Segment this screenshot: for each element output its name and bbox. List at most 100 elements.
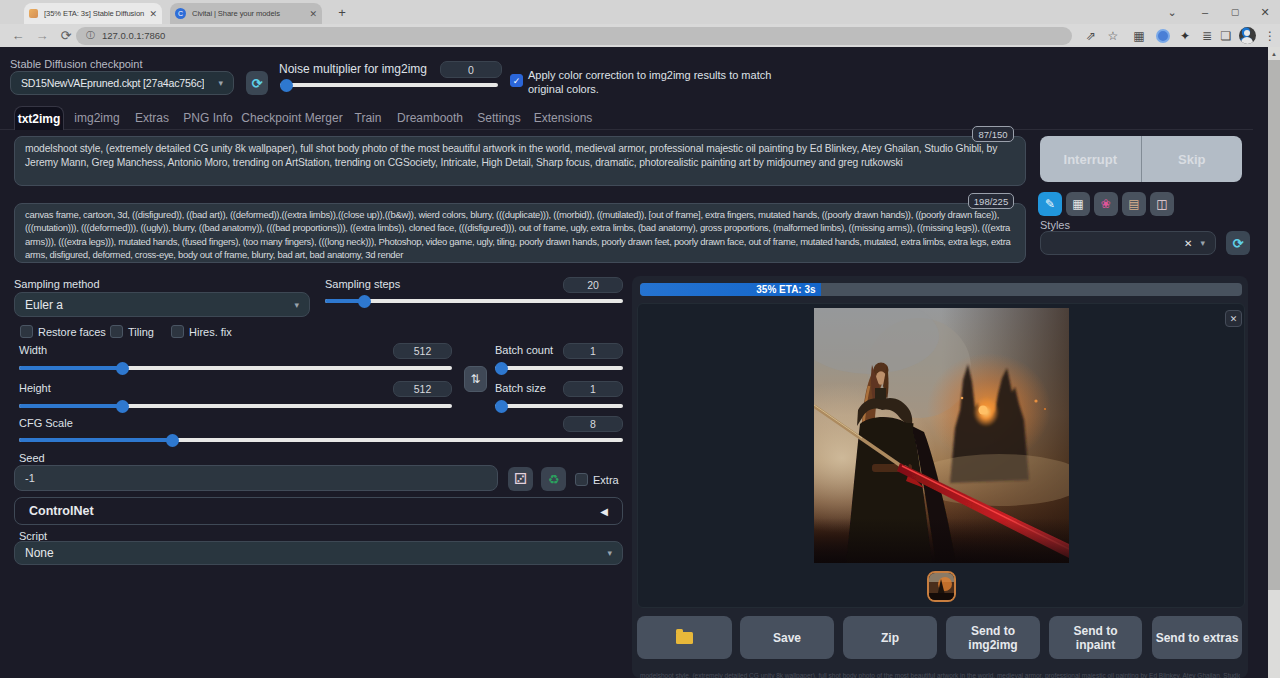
window-close-button[interactable]: ✕	[1251, 0, 1279, 24]
noise-multiplier-slider[interactable]	[280, 83, 498, 87]
save-style-button[interactable]: ◫	[1150, 192, 1174, 216]
tab-close-icon[interactable]: ✕	[309, 9, 317, 19]
tab-checkpoint-merger[interactable]: Checkpoint Merger	[241, 111, 342, 125]
extra-seed-checkbox[interactable]	[575, 473, 588, 486]
scrollbar-thumb[interactable]	[1268, 60, 1280, 590]
send-to-img2img-button[interactable]: Send to img2img	[946, 616, 1040, 659]
tab-title: [35% ETA: 3s] Stable Diffusion	[44, 9, 146, 18]
height-slider[interactable]	[19, 404, 452, 408]
tab-dreambooth[interactable]: Dreambooth	[397, 111, 463, 125]
window-maximize-button[interactable]: ▢	[1221, 0, 1249, 24]
reload-button[interactable]: ⟳	[54, 24, 78, 47]
height-value[interactable]: 512	[393, 381, 452, 397]
skip-button[interactable]: Skip	[1142, 136, 1243, 182]
restore-faces-label: Restore faces	[38, 326, 106, 338]
apply-style-button[interactable]: ▤	[1122, 192, 1146, 216]
cast-icon[interactable]: ▦	[1128, 24, 1150, 47]
slider-thumb[interactable]	[116, 362, 129, 375]
refresh-checkpoint-button[interactable]: ⟳	[246, 71, 268, 95]
sampling-steps-value[interactable]: 20	[563, 277, 623, 293]
slider-thumb[interactable]	[280, 79, 293, 92]
generated-image[interactable]	[814, 308, 1069, 563]
batch-count-value[interactable]: 1	[563, 343, 623, 359]
negative-prompt-textarea[interactable]: canvas frame, cartoon, 3d, ((disfigured)…	[14, 203, 1026, 263]
address-bar[interactable]: ⓘ 127.0.0.1:7860	[76, 27, 1072, 45]
extensions-icon[interactable]: ✦	[1174, 24, 1196, 47]
zip-button[interactable]: Zip	[843, 616, 937, 659]
script-dropdown[interactable]: None ▾	[14, 541, 623, 565]
checkpoint-dropdown[interactable]: SD15NewVAEpruned.ckpt [27a4ac756c] ▾	[10, 71, 234, 95]
slider-thumb[interactable]	[358, 295, 371, 308]
sampling-method-dropdown[interactable]: Euler a ▾	[14, 292, 310, 317]
interrupt-button[interactable]: Interrupt	[1040, 136, 1141, 182]
tab-settings[interactable]: Settings	[477, 111, 520, 125]
send-to-extras-button[interactable]: Send to extras	[1152, 616, 1242, 659]
prompt-textarea[interactable]: modelshoot style, (extremely detailed CG…	[14, 136, 1026, 186]
browser-tab-civitai[interactable]: C Civitai | Share your models ✕	[170, 3, 322, 24]
tab-extras[interactable]: Extras	[135, 111, 169, 125]
clear-styles-icon[interactable]: ✕	[1184, 238, 1192, 249]
noise-multiplier-value[interactable]: 0	[440, 61, 502, 78]
cfg-scale-value[interactable]: 8	[563, 416, 623, 432]
slider-thumb[interactable]	[495, 362, 508, 375]
random-seed-button[interactable]: ⚂	[508, 467, 533, 491]
gallery-thumbnail[interactable]	[927, 571, 956, 602]
color-correction-checkbox[interactable]: ✓	[510, 74, 523, 87]
width-slider[interactable]	[19, 366, 452, 370]
slider-thumb[interactable]	[495, 400, 508, 413]
menu-dots-icon[interactable]: ⋮	[1259, 24, 1280, 47]
script-value: None	[25, 546, 54, 560]
tiling-checkbox[interactable]	[110, 325, 123, 338]
new-tab-button[interactable]: +	[332, 2, 352, 22]
slider-thumb[interactable]	[116, 400, 129, 413]
civitai-favicon: C	[175, 8, 186, 19]
extra-networks-button[interactable]: ❀	[1094, 192, 1118, 216]
send-to-inpaint-button[interactable]: Send to inpaint	[1049, 616, 1142, 659]
width-value[interactable]: 512	[393, 343, 452, 359]
tab-train[interactable]: Train	[355, 111, 382, 125]
styles-dropdown[interactable]: ✕ ▾	[1040, 231, 1216, 255]
share-icon[interactable]: ⇗	[1080, 24, 1102, 47]
side-panel-icon[interactable]: ❏	[1215, 24, 1237, 47]
tab-extensions[interactable]: Extensions	[534, 111, 593, 125]
profile-avatar[interactable]: 👤	[1236, 24, 1258, 47]
bookmark-star-icon[interactable]: ☆	[1102, 24, 1124, 47]
sampling-method-label: Sampling method	[14, 278, 100, 290]
batch-size-slider[interactable]	[495, 404, 623, 408]
batch-count-slider[interactable]	[495, 366, 623, 370]
stable-diffusion-webui: Stable Diffusion checkpoint SD15NewVAEpr…	[0, 47, 1268, 678]
slider-thumb[interactable]	[166, 434, 179, 447]
tab-txt2img[interactable]: txt2img	[14, 106, 64, 130]
batch-size-value[interactable]: 1	[563, 381, 623, 397]
tab-title: Civitai | Share your models	[192, 9, 306, 18]
back-button[interactable]: ←	[6, 24, 30, 47]
window-minimize-button[interactable]: –	[1191, 0, 1219, 24]
folder-icon	[676, 632, 693, 644]
swap-dimensions-button[interactable]: ⇅	[464, 366, 487, 392]
clear-prompt-button[interactable]: ▦	[1066, 192, 1090, 216]
progress-text: 35% ETA: 3s	[756, 284, 815, 295]
gallery-close-button[interactable]: ✕	[1225, 310, 1242, 327]
chevron-down-icon: ▾	[607, 548, 612, 558]
refresh-styles-button[interactable]: ⟳	[1226, 231, 1250, 255]
sampling-steps-slider[interactable]	[325, 299, 623, 303]
cfg-scale-slider[interactable]	[19, 438, 623, 442]
hires-fix-checkbox[interactable]	[171, 325, 184, 338]
controlnet-accordion[interactable]: ControlNet ◀	[14, 497, 623, 525]
progress-bar: 35% ETA: 3s	[640, 283, 1242, 296]
window-chevron-icon[interactable]: ⌄	[1158, 0, 1186, 24]
tab-close-icon[interactable]: ✕	[149, 9, 157, 19]
browser-tab-active[interactable]: [35% ETA: 3s] Stable Diffusion ✕	[24, 3, 162, 24]
extension-blue-icon[interactable]	[1152, 24, 1174, 47]
save-button[interactable]: Save	[740, 616, 834, 659]
restore-faces-checkbox[interactable]	[20, 325, 33, 338]
read-generation-params-button[interactable]: ✎	[1038, 192, 1062, 216]
scrollbar-up-arrow[interactable]: ▲	[1268, 47, 1280, 60]
seed-input[interactable]: -1	[14, 465, 498, 491]
open-folder-button[interactable]	[637, 616, 732, 659]
site-info-icon[interactable]: ⓘ	[86, 29, 95, 42]
forward-button[interactable]: →	[30, 24, 54, 47]
reuse-seed-button[interactable]: ♻	[541, 467, 566, 491]
tab-img2img[interactable]: img2img	[74, 111, 119, 125]
tab-png-info[interactable]: PNG Info	[183, 111, 232, 125]
